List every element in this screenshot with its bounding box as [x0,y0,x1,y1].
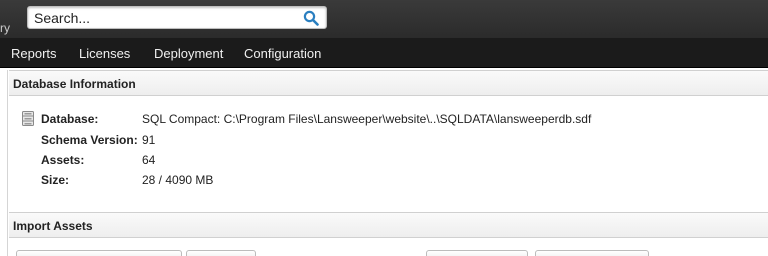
menu-item-reports[interactable]: Reports [11,46,57,61]
import-file-field[interactable] [16,250,182,256]
import-secondary-button[interactable] [535,250,649,256]
import-assets-header: Import Assets [9,212,768,238]
top-bar: ry [0,0,768,38]
assets-label: Assets: [41,153,85,167]
left-rail [0,70,8,256]
browse-button[interactable] [186,250,256,256]
topbar-partial-text: ry [0,21,10,35]
size-value: 28 / 4090 MB [142,173,214,187]
menu-item-deployment[interactable]: Deployment [154,46,223,61]
main-menu: Reports Licenses Deployment Configuratio… [0,38,768,68]
database-label: Database: [41,112,99,126]
database-value: SQL Compact: C:\Program Files\Lansweeper… [142,112,592,126]
import-assets-title: Import Assets [13,219,93,233]
import-action-button[interactable] [426,250,528,256]
database-icon [22,111,34,126]
search-input[interactable] [34,9,294,26]
database-information-header: Database Information [9,70,768,96]
schema-version-label: Schema Version: [41,133,138,147]
size-label: Size: [41,173,70,187]
search-icon[interactable] [303,10,319,26]
menu-item-configuration[interactable]: Configuration [244,46,321,61]
database-information-title: Database Information [13,77,136,91]
search-box[interactable] [27,6,327,29]
schema-version-value: 91 [142,133,156,147]
menu-item-licenses[interactable]: Licenses [79,46,130,61]
assets-value: 64 [142,153,156,167]
